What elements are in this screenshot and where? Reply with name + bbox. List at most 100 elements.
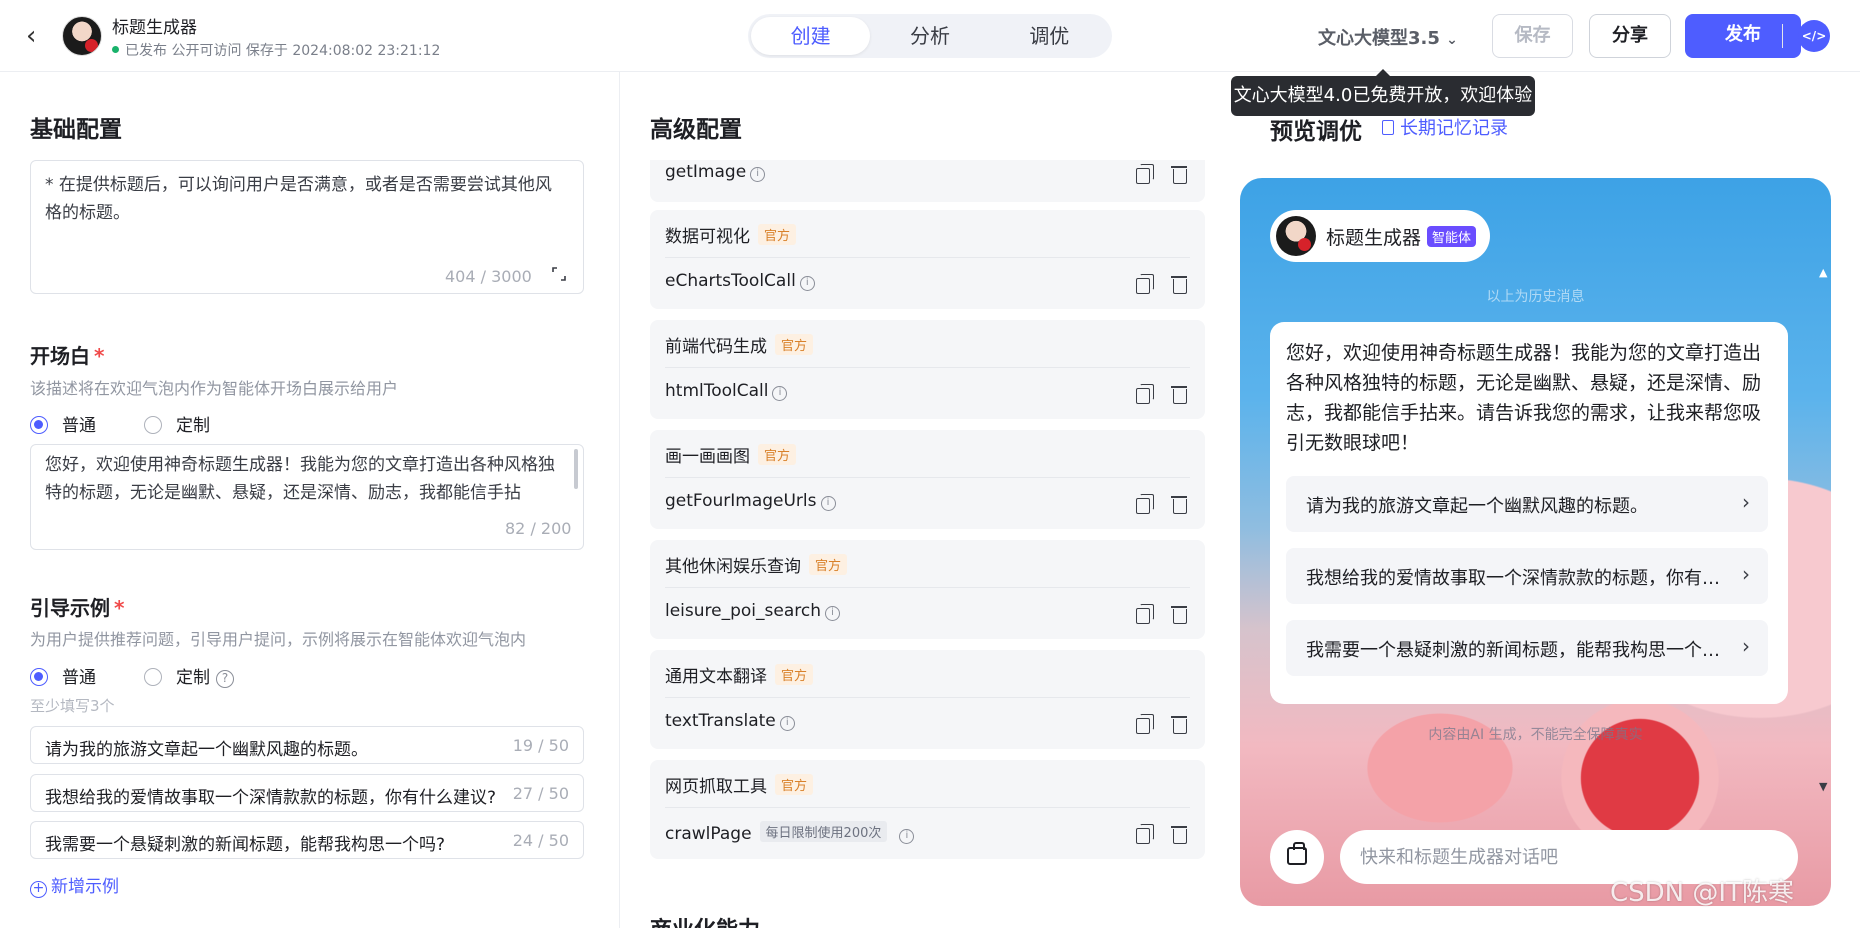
copy-icon[interactable] [1136,274,1154,294]
radio-unchecked-icon [144,416,162,434]
code-embed-icon[interactable]: </> [1798,20,1830,52]
delete-icon[interactable] [1171,494,1189,514]
card-divider [665,807,1190,808]
tool-card: 网页抓取工具 官方 crawlPage 每日限制使用200次 i [650,760,1205,859]
info-icon[interactable]: i [779,716,795,731]
avatar [62,16,102,56]
info-icon[interactable]: i [750,167,766,182]
opening-text: 您好，欢迎使用神奇标题生成器！我能为您的文章打造出各种风格独特的标题，无论是幽默… [45,455,555,503]
copy-icon[interactable] [1136,824,1154,844]
delete-icon[interactable] [1171,274,1189,294]
document-icon [1382,120,1394,135]
copy-icon[interactable] [1136,384,1154,404]
publish-status: 已发布 公开可访问 保存于 2024:08:02 23:21:12 [112,40,440,60]
basic-config-title: 基础配置 [30,117,122,143]
radio-checked-icon [30,668,48,686]
suggested-question[interactable]: 我需要一个悬疑刺激的新闻标题，能帮我构思一个吗? › [1286,620,1768,676]
guide-title: 引导示例 * [30,592,124,621]
tool-row: getFourImageUrls i [665,491,836,511]
opening-radio-normal[interactable]: 普通 [30,411,96,436]
example-counter: 24 / 50 [512,831,569,850]
info-icon[interactable]: i [772,386,788,401]
model-name: 文心大模型3.5 [1318,28,1440,49]
memory-record-link[interactable]: 长期记忆记录 [1382,114,1508,140]
suggested-question[interactable]: 请为我的旅游文章起一个幽默风趣的标题。 › [1286,476,1768,532]
header-divider [1782,24,1783,48]
tab-create[interactable]: 创建 [751,17,871,55]
opening-title: 开场白 * [30,340,104,369]
app-title: 标题生成器 [112,18,197,38]
guide-radio-normal[interactable]: 普通 [30,663,96,688]
top-bar: ‹ 标题生成器 已发布 公开可访问 保存于 2024:08:02 23:21:1… [0,0,1860,72]
model-tooltip: 文心大模型4.0已免费开放，欢迎体验 [1231,69,1535,116]
tool-row: textTranslate i [665,711,795,731]
expand-icon[interactable] [552,267,566,281]
back-arrow-icon[interactable]: ‹ [26,22,52,50]
tool-name: leisure_poi_search [665,601,821,621]
help-icon[interactable]: ? [216,670,234,688]
copy-icon[interactable] [1136,164,1154,184]
delete-icon[interactable] [1171,824,1189,844]
prompt-textarea[interactable]: * 在提供标题后，可以询问用户是否满意，或者是否需要尝试其他风格的标题。 404… [30,160,584,294]
tool-card: 画一画画图 官方 getFourImageUrls i [650,430,1205,529]
agent-avatar [1276,216,1316,256]
guide-radio-custom-label: 定制 [176,668,210,688]
info-icon[interactable]: i [899,829,915,844]
column-divider [619,72,620,928]
tab-tuning[interactable]: 调优 [990,17,1109,55]
scroll-up-icon[interactable]: ▲ [1819,266,1827,279]
info-icon[interactable]: i [825,606,840,621]
memory-record-label: 长期记忆记录 [1400,118,1508,139]
info-icon[interactable]: i [820,496,836,511]
model-selector[interactable]: 文心大模型3.5 ⌄ [1318,24,1458,50]
radio-checked-icon [30,416,48,434]
chat-preview: 标题生成器 智能体 以上为历史消息 ▲ 您好，欢迎使用神奇标题生成器！我能为您的… [1240,178,1831,906]
official-badge: 官方 [775,334,814,355]
scroll-down-icon[interactable]: ▼ [1819,780,1827,793]
delete-icon[interactable] [1171,384,1189,404]
publish-button[interactable]: 发布 [1685,14,1801,58]
opening-textarea[interactable]: 您好，欢迎使用神奇标题生成器！我能为您的文章打造出各种风格独特的标题，无论是幽默… [30,444,584,550]
delete-icon[interactable] [1171,604,1189,624]
suggested-question-text: 我想给我的爱情故事取一个深情款款的标题，你有什么建议? [1306,568,1726,589]
tool-row: htmlToolCall i [665,381,788,401]
tool-card: 通用文本翻译 官方 textTranslate i [650,650,1205,749]
example-input[interactable]: 我想给我的爱情故事取一个深情款款的标题，你有什么建议? 27 / 50 [30,774,584,812]
suggested-question-text: 请为我的旅游文章起一个幽默风趣的标题。 [1306,496,1648,517]
guide-radio-custom[interactable]: 定制? [144,663,234,688]
tool-row: eChartsToolCall i [665,271,815,291]
chevron-right-icon: › [1742,634,1750,658]
chevron-right-icon: › [1742,562,1750,586]
add-example-label: 新增示例 [51,877,119,897]
textarea-scrollbar[interactable] [574,449,578,489]
welcome-message: 您好，欢迎使用神奇标题生成器！我能为您的文章打造出各种风格独特的标题，无论是幽默… [1286,342,1762,454]
suggested-question[interactable]: 我想给我的爱情故事取一个深情款款的标题，你有什么建议? › [1286,548,1768,604]
guide-desc: 为用户提供推荐问题，引导用户提问，示例将展示在智能体欢迎气泡内 [30,630,527,649]
share-button[interactable]: 分享 [1589,14,1671,58]
add-example-button[interactable]: + 新增示例 [30,872,119,898]
tool-name: getFourImageUrls [665,491,817,511]
tab-analysis[interactable]: 分析 [870,17,989,55]
copy-icon[interactable] [1136,604,1154,624]
example-input[interactable]: 请为我的旅游文章起一个幽默风趣的标题。 19 / 50 [30,726,584,764]
info-icon[interactable]: i [799,276,815,291]
tool-category: 前端代码生成 官方 [665,332,814,357]
opening-radio-custom-label: 定制 [176,416,210,436]
toolbox-button[interactable] [1270,830,1324,884]
delete-icon[interactable] [1171,714,1189,734]
history-note: 以上为历史消息 [1486,289,1585,305]
tool-name: textTranslate [665,711,776,731]
card-divider [665,697,1190,698]
copy-icon[interactable] [1136,714,1154,734]
save-button[interactable]: 保存 [1492,14,1573,58]
opening-title-text: 开场白 [30,344,90,368]
delete-icon[interactable] [1171,164,1189,184]
chevron-right-icon: › [1742,490,1750,514]
min-hint: 至少填写3个 [30,697,115,715]
tool-category: 数据可视化 官方 [665,222,797,247]
opening-radio-custom[interactable]: 定制 [144,411,210,436]
example-input[interactable]: 我需要一个悬疑刺激的新闻标题，能帮我构思一个吗? 24 / 50 [30,821,584,859]
copy-icon[interactable] [1136,494,1154,514]
tool-name: eChartsToolCall [665,271,796,291]
tool-card: 数据可视化 官方 eChartsToolCall i [650,210,1205,309]
